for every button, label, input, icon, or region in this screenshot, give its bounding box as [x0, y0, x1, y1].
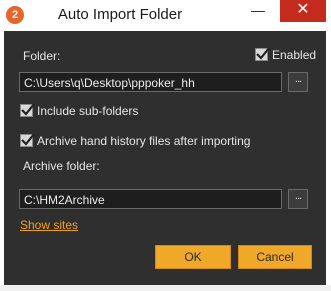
include-subfolders-checkbox[interactable]: [20, 103, 35, 117]
archive-after-import-label: Archive hand history files after importi…: [37, 134, 251, 148]
window-bottom-edge: [0, 285, 331, 291]
archive-folder-path-field[interactable]: C:\HM2Archive: [19, 189, 282, 209]
enabled-label: Enabled: [272, 48, 317, 62]
enabled-checkbox[interactable]: [255, 47, 270, 61]
window-title: Auto Import Folder: [57, 6, 183, 23]
title-bar: 2 Auto Import Folder — ✕: [0, 0, 331, 31]
folder-label: Folder:: [23, 49, 61, 63]
close-button[interactable]: ✕: [280, 0, 326, 22]
include-subfolders-label: Include sub-folders: [37, 104, 139, 118]
archive-folder-label: Archive folder:: [23, 159, 100, 173]
checkmark-icon: [21, 133, 35, 146]
minimize-button[interactable]: —: [238, 0, 278, 22]
folder-browse-button[interactable]: ...: [288, 72, 308, 92]
archive-after-import-checkbox[interactable]: [20, 133, 35, 147]
dialog-body: Folder: Enabled C:\Users\q\Desktop\pppok…: [4, 31, 326, 285]
checkmark-icon: [21, 103, 35, 116]
checkmark-icon: [256, 47, 270, 60]
cancel-button[interactable]: Cancel: [238, 245, 312, 269]
ok-button[interactable]: OK: [155, 245, 231, 269]
archive-folder-browse-button[interactable]: ...: [288, 189, 308, 209]
show-sites-link[interactable]: Show sites: [20, 218, 78, 232]
folder-path-field[interactable]: C:\Users\q\Desktop\pppoker_hh: [19, 72, 282, 92]
